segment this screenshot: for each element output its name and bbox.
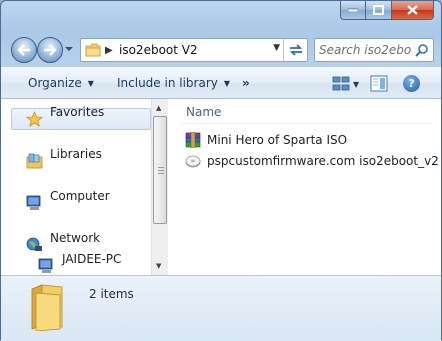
file-name: Mini Hero of Sparta ISO: [207, 133, 348, 147]
item-count: 2 items: [89, 287, 134, 301]
search-input[interactable]: [319, 41, 411, 59]
minimize-button[interactable]: [340, 1, 366, 20]
navigation-pane: Favorites Libraries Computer Network JAI…: [1, 99, 151, 275]
network-icon: [26, 237, 42, 251]
content-area: Favorites Libraries Computer Network JAI…: [1, 99, 441, 275]
close-icon: [407, 5, 418, 15]
star-icon: [26, 111, 43, 127]
column-header-name[interactable]: Name: [186, 105, 221, 119]
column-header-divider: [181, 123, 431, 124]
recent-pages-chevron-icon[interactable]: [65, 45, 73, 53]
navigation-scrollbar[interactable]: ▲ ▼: [151, 99, 168, 275]
list-item[interactable]: Mini Hero of Sparta ISO: [185, 131, 347, 149]
refresh-icon: [289, 44, 302, 56]
change-view-icon[interactable]: [332, 75, 350, 92]
search-box[interactable]: [314, 38, 434, 62]
computer-icon: [26, 195, 41, 210]
include-in-library-label: Include in library: [117, 76, 218, 90]
help-icon: ?: [408, 77, 415, 90]
maximize-button[interactable]: [366, 1, 392, 20]
maximize-icon: [373, 5, 384, 15]
disc-image-icon: [185, 155, 201, 168]
folder-icon: [85, 43, 101, 57]
address-dropdown-icon[interactable]: ▼: [273, 43, 280, 53]
file-list-pane: Name Mini Hero of Sparta ISO pspcustomfi…: [171, 99, 441, 275]
more-commands-button[interactable]: »: [242, 76, 250, 90]
pc-icon: [38, 258, 53, 273]
preview-pane-icon[interactable]: [370, 75, 388, 92]
close-button[interactable]: [392, 1, 434, 20]
libraries-icon: [26, 153, 43, 169]
more-commands-label: »: [242, 76, 250, 90]
nav-label-favorites: Favorites: [50, 105, 105, 119]
nav-label-network: Network: [50, 231, 101, 245]
help-button[interactable]: ?: [403, 75, 420, 92]
list-item[interactable]: pspcustomfirmware.com iso2eboot_v2: [185, 152, 439, 170]
scroll-up-arrow-icon[interactable]: ▲: [156, 104, 161, 112]
minimize-icon: [348, 8, 358, 12]
forward-button[interactable]: [37, 37, 63, 63]
nav-label-libraries: Libraries: [50, 147, 102, 161]
command-bar: Organize ▼ Include in library ▼ » ▼ ?: [1, 67, 441, 99]
breadcrumb-separator-icon[interactable]: ▶: [105, 45, 113, 56]
scrollbar-grip: [158, 167, 164, 174]
explorer-window: ▶ iso2eboot V2 ▼ Organize ▼ Include in l…: [0, 0, 442, 341]
breadcrumb-path[interactable]: iso2eboot V2: [119, 43, 198, 57]
back-arrow-icon: [17, 44, 30, 56]
folder-large-icon: [31, 284, 63, 331]
view-options-chevron-icon[interactable]: ▼: [353, 80, 359, 89]
scroll-down-arrow-icon[interactable]: ▼: [156, 262, 161, 270]
organize-button[interactable]: Organize ▼: [28, 76, 94, 90]
winrar-archive-icon: [185, 132, 201, 148]
nav-label-computer: Computer: [50, 189, 110, 203]
back-button[interactable]: [11, 37, 37, 63]
address-bar[interactable]: ▶ iso2eboot V2 ▼: [80, 38, 308, 62]
forward-arrow-icon: [44, 44, 57, 56]
file-name: pspcustomfirmware.com iso2eboot_v2: [207, 154, 439, 168]
refresh-button[interactable]: [283, 39, 307, 61]
scrollbar-thumb[interactable]: [153, 116, 167, 224]
organize-label: Organize: [28, 76, 82, 90]
details-pane: 2 items: [1, 275, 441, 341]
search-icon[interactable]: [415, 43, 429, 57]
caption-buttons: [340, 1, 434, 21]
include-in-library-button[interactable]: Include in library ▼: [117, 76, 230, 90]
chevron-down-icon: ▼: [223, 78, 231, 88]
chevron-down-icon: ▼: [87, 78, 94, 88]
nav-label-jaidee-pc: JAIDEE-PC: [62, 252, 122, 266]
